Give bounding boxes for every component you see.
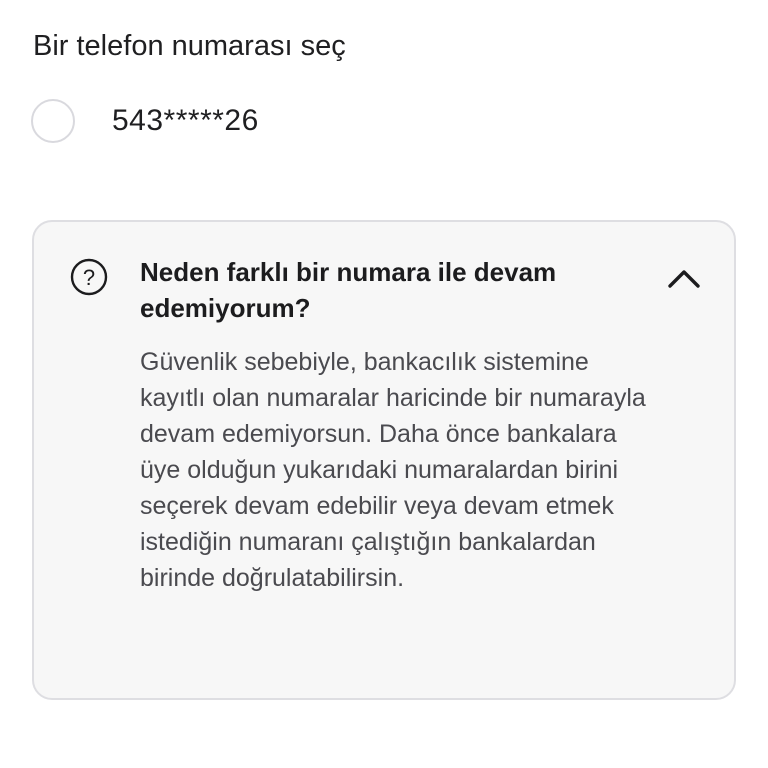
phone-option-radio[interactable] xyxy=(31,99,75,143)
svg-text:?: ? xyxy=(83,265,95,290)
phone-option[interactable]: 543*****26 xyxy=(31,94,259,148)
phone-number-label: 543*****26 xyxy=(112,104,259,137)
page-title: Bir telefon numarası seç xyxy=(33,30,346,62)
question-circle-icon: ? xyxy=(70,258,108,296)
info-card-title: Neden farklı bir numara ile devam edemiy… xyxy=(140,257,557,323)
chevron-up-icon[interactable] xyxy=(664,260,704,294)
info-card: ? Neden farklı bir numara ile devam edem… xyxy=(32,220,736,700)
info-card-body: Güvenlik sebebiyle, bankacılık sistemine… xyxy=(140,348,646,592)
